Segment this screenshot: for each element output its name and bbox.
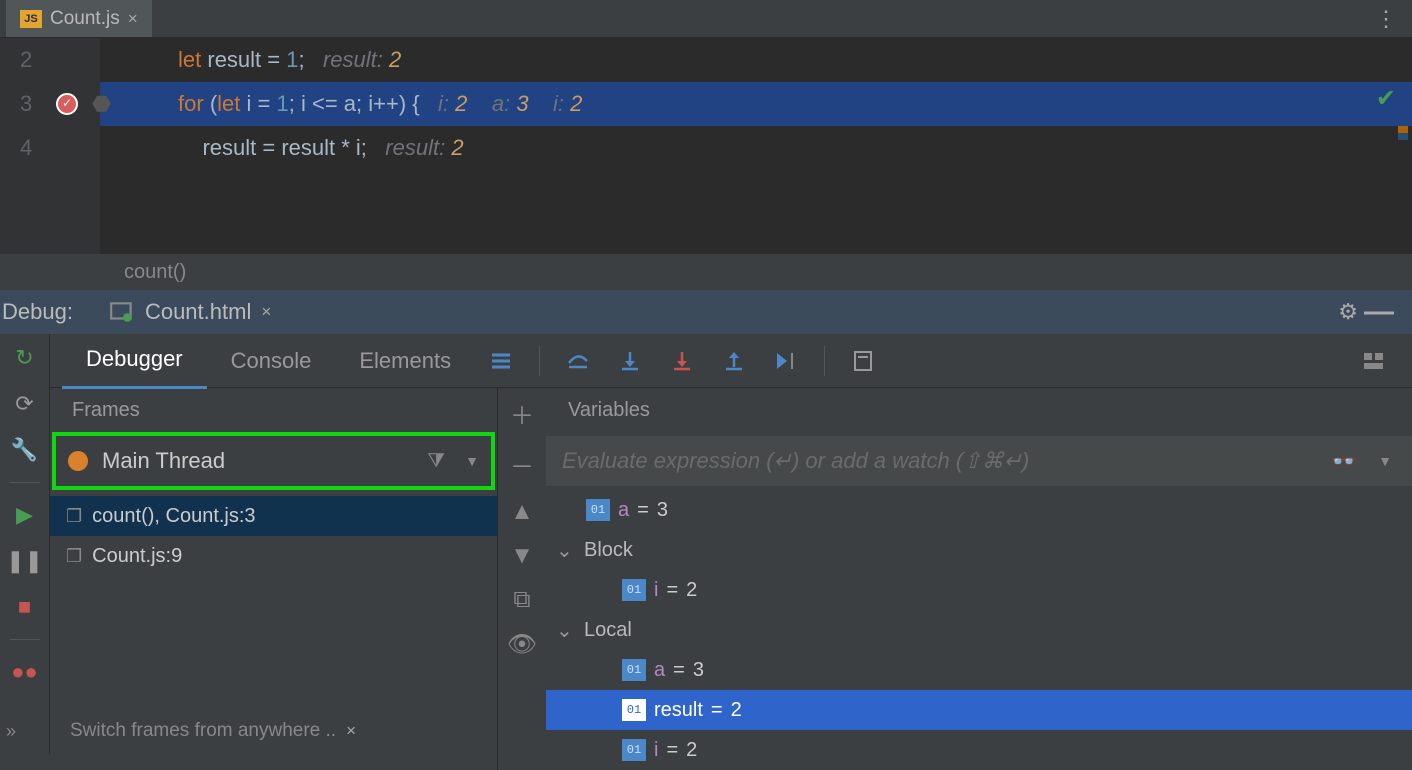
line-number: 4 [20, 135, 32, 161]
frame-item[interactable]: ❐count(), Count.js:3 [50, 496, 497, 536]
code-line: let result = 1; result: 2 [100, 38, 1412, 82]
variable-row[interactable]: 01i=2 [546, 570, 1412, 610]
line-number: 3 [20, 91, 32, 117]
close-debug-icon[interactable]: × [261, 302, 271, 322]
line-number: 2 [20, 47, 32, 73]
down-icon[interactable]: ▼ [510, 542, 534, 570]
breakpoints-icon[interactable]: ●● [11, 658, 39, 686]
tab-console[interactable]: Console [207, 334, 336, 388]
debug-config-name: Count.html [145, 299, 251, 325]
copy-icon[interactable]: ⧉ [513, 586, 530, 614]
code-line: result = result * i; result: 2 [100, 126, 1412, 170]
calculator-icon[interactable] [845, 343, 881, 379]
close-hint-icon[interactable]: × [346, 721, 356, 741]
kebab-menu-icon[interactable]: ⋮ [1375, 6, 1398, 32]
debug-toolbar: Debug: Count.html × ⚙ — [0, 290, 1412, 334]
debug-config-tab[interactable]: Count.html × [97, 290, 283, 334]
variables-tree: Variables Evaluate expression (↵) or add… [546, 388, 1412, 770]
threads-icon[interactable] [483, 343, 519, 379]
close-tab-icon[interactable]: × [128, 9, 138, 29]
variable-row[interactable]: 01i=2 [546, 730, 1412, 770]
stack-icon: ❐ [66, 506, 82, 527]
thread-selector[interactable]: Main Thread ⧩ ▼ [52, 432, 495, 490]
debug-label: Debug: [0, 299, 97, 325]
add-watch-icon[interactable]: ＋ [510, 396, 534, 431]
frames-panel: Frames Main Thread ⧩ ▼ ❐count(), Count.j… [50, 388, 498, 770]
checkmark-icon: ✔ [1376, 84, 1396, 113]
eye-icon[interactable]: 👁 [507, 630, 537, 659]
frames-hint: Switch frames from anywhere ..× [70, 720, 356, 742]
variables-panel: ＋ － ▲ ▼ ⧉ 👁 Variables Evaluate expressio… [498, 388, 1412, 770]
tab-elements[interactable]: Elements [335, 334, 475, 388]
thread-status-icon [68, 451, 88, 471]
thread-name: Main Thread [102, 448, 225, 474]
code-area[interactable]: let result = 1; result: 2 for (let i = 1… [100, 38, 1412, 254]
step-out-icon[interactable] [716, 343, 752, 379]
gear-icon[interactable]: ⚙ [1338, 299, 1358, 325]
force-step-into-icon[interactable] [664, 343, 700, 379]
resume-icon[interactable]: ▶ [11, 501, 39, 529]
editor-tabs: JS Count.js × ⋮ [0, 0, 1412, 38]
chevron-down-icon[interactable]: ▼ [465, 453, 479, 469]
step-over-icon[interactable] [560, 343, 596, 379]
expand-icon[interactable]: » [6, 721, 16, 742]
up-icon[interactable]: ▲ [510, 498, 534, 526]
stack-icon: ❐ [66, 546, 82, 567]
split-panels: Frames Main Thread ⧩ ▼ ❐count(), Count.j… [50, 388, 1412, 770]
filter-icon[interactable]: ⧩ [427, 450, 445, 473]
scope-row[interactable]: ⌄Block [546, 530, 1412, 570]
reload-icon[interactable]: ⟳ [11, 390, 39, 418]
shield-icon: ⬣ [92, 91, 111, 117]
js-file-icon: JS [20, 10, 42, 28]
code-editor[interactable]: 2 3⬣ 4 let result = 1; result: 2 for (le… [0, 38, 1412, 254]
variable-row-selected[interactable]: 01result=2 [546, 690, 1412, 730]
scope-row[interactable]: ⌄Local [546, 610, 1412, 650]
expression-input[interactable]: Evaluate expression (↵) or add a watch (… [546, 436, 1412, 486]
remove-watch-icon[interactable]: － [510, 447, 534, 482]
glasses-icon[interactable]: 👓 [1331, 449, 1356, 474]
layout-icon[interactable] [1356, 343, 1392, 379]
tab-debugger[interactable]: Debugger [62, 332, 207, 389]
breakpoint-icon[interactable] [56, 93, 78, 115]
tab-filename: Count.js [50, 8, 120, 30]
variables-toolbar: ＋ － ▲ ▼ ⧉ 👁 [498, 388, 546, 770]
debug-panels: Debugger Console Elements Frames Main Th… [50, 334, 1412, 754]
file-tab[interactable]: JS Count.js × [6, 0, 152, 37]
rerun-icon[interactable]: ↻ [11, 344, 39, 372]
frame-item[interactable]: ❐Count.js:9 [50, 536, 497, 576]
debug-sidebar: ↻ ⟳ 🔧 ▶ ❚❚ ■ ●● [0, 334, 50, 754]
chevron-down-icon[interactable]: ▼ [1378, 453, 1392, 469]
chevron-down-icon: ⌄ [556, 618, 576, 643]
chevron-down-icon: ⌄ [556, 538, 576, 563]
variable-row[interactable]: 01a=3 [546, 650, 1412, 690]
variables-title: Variables [546, 388, 1412, 432]
pause-icon[interactable]: ❚❚ [11, 547, 39, 575]
run-to-cursor-icon[interactable] [768, 343, 804, 379]
debug-main: ↻ ⟳ 🔧 ▶ ❚❚ ■ ●● Debugger Console Element… [0, 334, 1412, 754]
step-into-icon[interactable] [612, 343, 648, 379]
gutter: 2 3⬣ 4 [0, 38, 100, 254]
debug-tabbar: Debugger Console Elements [50, 334, 1412, 388]
breadcrumb[interactable]: count() [0, 254, 1412, 290]
minimize-icon[interactable]: — [1364, 295, 1394, 329]
wrench-icon[interactable]: 🔧 [11, 436, 39, 464]
variable-row[interactable]: 01a=3 [546, 490, 1412, 530]
stop-icon[interactable]: ■ [11, 593, 39, 621]
code-line-current: for (let i = 1; i <= a; i++) { i: 2 a: 3… [100, 82, 1412, 126]
frames-title: Frames [50, 388, 497, 432]
html-run-icon [109, 300, 135, 324]
marker-bar[interactable] [1398, 126, 1408, 140]
